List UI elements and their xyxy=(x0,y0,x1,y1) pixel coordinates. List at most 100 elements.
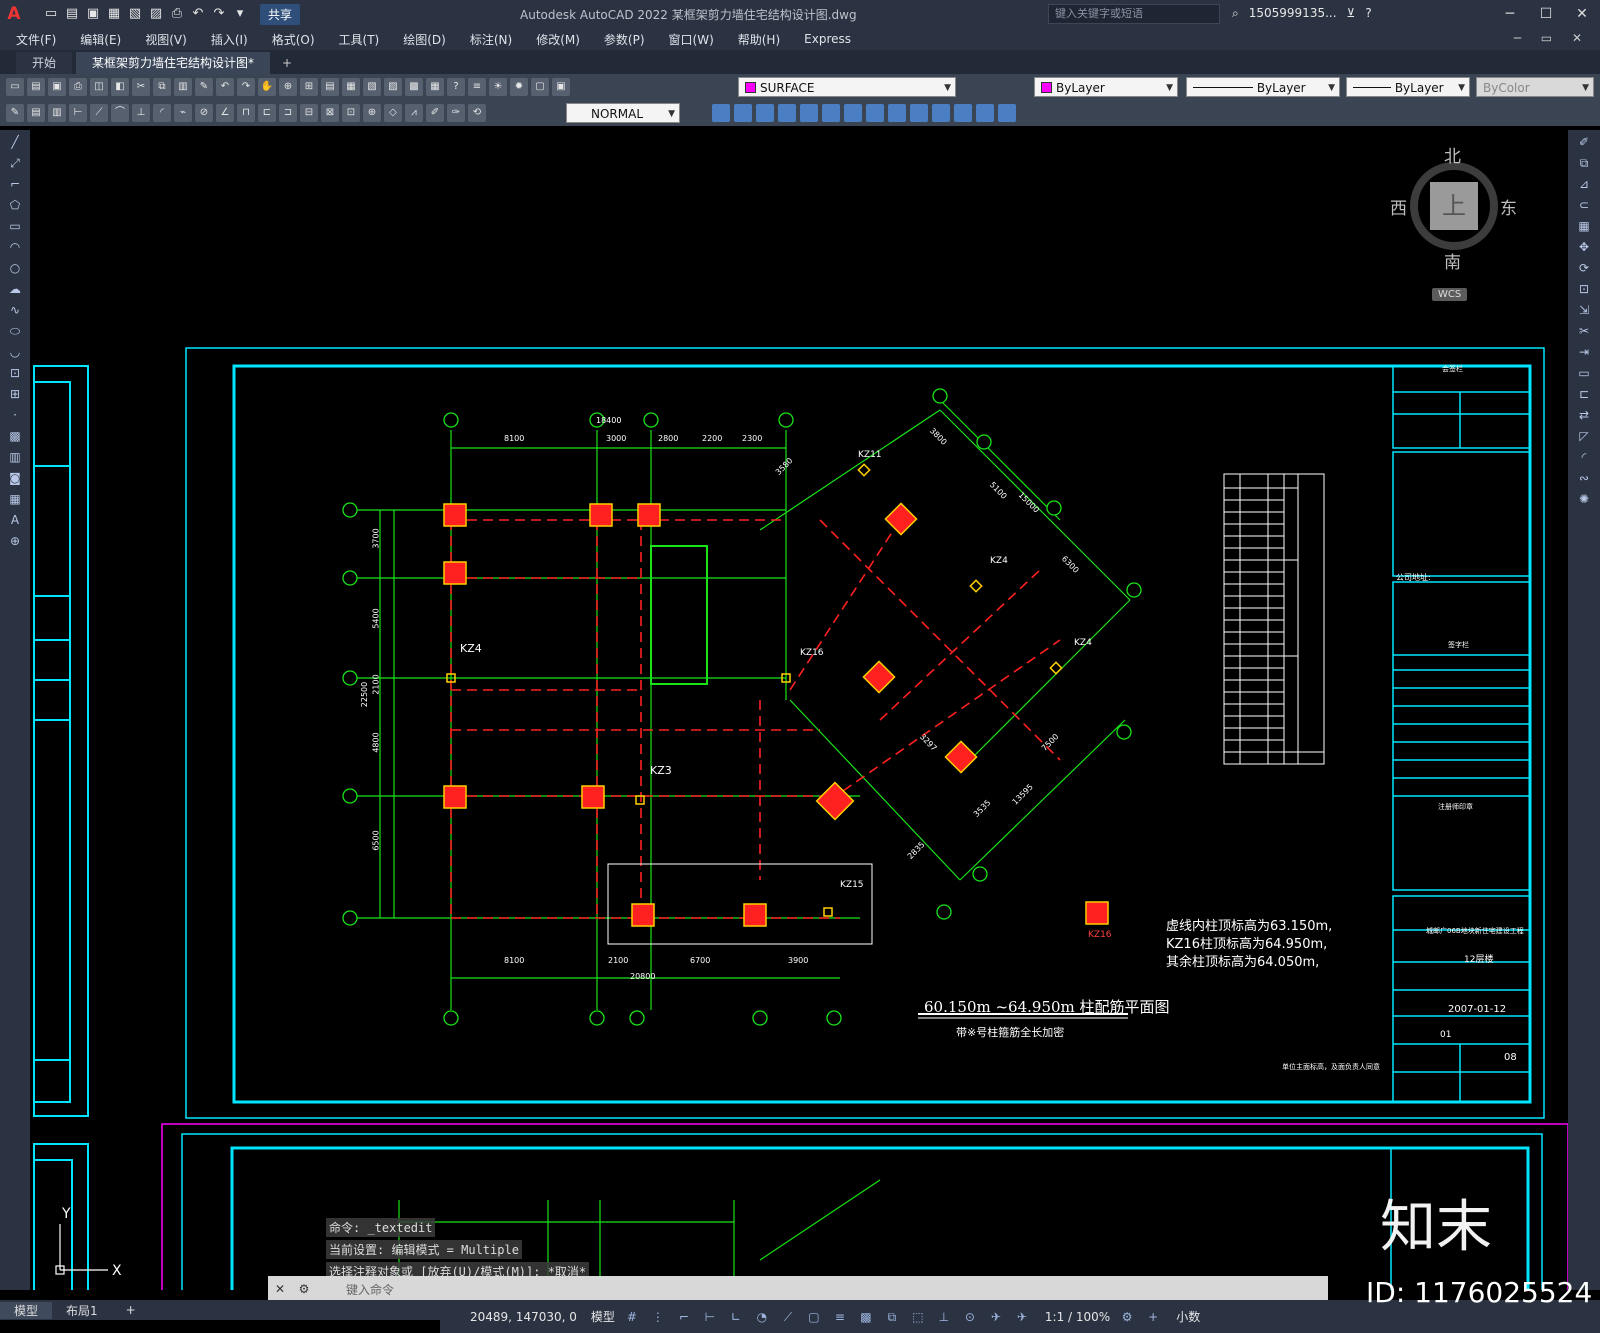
cart-icon[interactable]: ⊻ xyxy=(1347,6,1356,21)
layer-states-icon[interactable]: ▥ xyxy=(48,104,66,122)
wcs-menu[interactable]: WCS xyxy=(1432,288,1468,301)
command-input[interactable]: ✕ ⚙ 键入命令 xyxy=(268,1276,1328,1302)
inspect-icon[interactable]: ◇ xyxy=(384,104,402,122)
user-account[interactable]: 1505999135... xyxy=(1249,6,1337,21)
tool-palette-icon[interactable]: ▧ xyxy=(363,78,381,96)
offset-icon[interactable]: ⊂ xyxy=(1575,196,1593,214)
scale-icon[interactable]: ⊡ xyxy=(1575,280,1593,298)
help-icon[interactable]: ? xyxy=(1365,6,1371,21)
section-icon[interactable] xyxy=(910,104,928,122)
menu-draw[interactable]: 绘图(D) xyxy=(403,31,446,48)
break-at-point-icon[interactable]: ▭ xyxy=(1575,364,1593,382)
menu-parametric[interactable]: 参数(P) xyxy=(604,31,645,48)
plotstyle-dropdown[interactable]: ByColor ▼ xyxy=(1476,77,1594,97)
erase-icon[interactable]: ✐ xyxy=(1575,133,1593,151)
point-icon[interactable]: · xyxy=(6,406,24,424)
search-input[interactable]: 键入关键字或短语 xyxy=(1048,4,1220,24)
tab-layout1[interactable]: 布局1 xyxy=(52,1302,112,1319)
layer-dropdown[interactable]: SURFACE ▼ xyxy=(738,77,956,97)
jog-line-icon[interactable]: ⩘ xyxy=(405,104,423,122)
join-icon[interactable]: ⇄ xyxy=(1575,406,1593,424)
redo-icon[interactable]: ↷ xyxy=(237,78,255,96)
model-space-toggle[interactable]: 模型 xyxy=(591,1308,615,1325)
solid-cone-icon[interactable] xyxy=(756,104,774,122)
aligned-dim-icon[interactable]: ⟋ xyxy=(90,104,108,122)
union-icon[interactable] xyxy=(954,104,972,122)
sheet-set-icon[interactable]: ▨ xyxy=(384,78,402,96)
undo-icon[interactable]: ↶ xyxy=(189,6,207,22)
mtext-icon[interactable]: A xyxy=(6,511,24,529)
solid-box-icon[interactable] xyxy=(712,104,730,122)
table-icon[interactable]: ▦ xyxy=(6,490,24,508)
minimize-button[interactable]: ─ xyxy=(1492,0,1528,28)
fillet-icon[interactable]: ◜ xyxy=(1575,448,1593,466)
subtract-icon[interactable] xyxy=(976,104,994,122)
ortho-icon[interactable]: ∟ xyxy=(727,1308,745,1326)
annotation-visibility-icon[interactable]: ✈ xyxy=(987,1308,1005,1326)
rotate-icon[interactable]: ⟳ xyxy=(1575,259,1593,277)
infer-icon[interactable]: ⌐ xyxy=(675,1308,693,1326)
polar-icon[interactable]: ◔ xyxy=(753,1308,771,1326)
array-icon[interactable]: ▦ xyxy=(1575,217,1593,235)
hatch-icon[interactable]: ▩ xyxy=(6,427,24,445)
design-center-icon[interactable]: ▦ xyxy=(342,78,360,96)
solid-torus-icon[interactable] xyxy=(822,104,840,122)
ordinate-icon[interactable]: ⊥ xyxy=(132,104,150,122)
share-button[interactable]: 共享 xyxy=(260,3,301,25)
mirror-icon[interactable]: ⊿ xyxy=(1575,175,1593,193)
open-icon[interactable]: ▤ xyxy=(63,6,81,22)
menu-insert[interactable]: 插入(I) xyxy=(211,31,248,48)
menu-tools[interactable]: 工具(T) xyxy=(339,31,380,48)
extrude-icon[interactable] xyxy=(844,104,862,122)
solid-cylinder-icon[interactable] xyxy=(800,104,818,122)
lock-icon[interactable]: ▣ xyxy=(552,78,570,96)
osnap-tracking-icon[interactable]: ⟋ xyxy=(779,1308,797,1326)
spline-icon[interactable]: ∿ xyxy=(6,301,24,319)
menu-dimension[interactable]: 标注(N) xyxy=(470,31,512,48)
undo-icon[interactable]: ↶ xyxy=(216,78,234,96)
line-icon[interactable]: ╱ xyxy=(6,133,24,151)
open-icon[interactable]: ▤ xyxy=(27,78,45,96)
construction-line-icon[interactable]: ⤢ xyxy=(6,154,24,172)
redo-icon[interactable]: ↷ xyxy=(210,6,228,22)
document-window-controls[interactable]: ─ ▭ ✕ xyxy=(1514,31,1590,45)
markup-icon[interactable]: ▩ xyxy=(405,78,423,96)
revcloud-icon[interactable]: ☁ xyxy=(6,280,24,298)
save-icon[interactable]: ▣ xyxy=(48,78,66,96)
lineweight-icon[interactable]: ≡ xyxy=(831,1308,849,1326)
quick-dim-icon[interactable]: ⊓ xyxy=(237,104,255,122)
linear-dim-icon[interactable]: ⊢ xyxy=(69,104,87,122)
menu-help[interactable]: 帮助(H) xyxy=(738,31,780,48)
arc-icon[interactable]: ◠ xyxy=(6,238,24,256)
3d-osnap-icon[interactable]: ⬚ xyxy=(909,1308,927,1326)
paste-icon[interactable]: ▥ xyxy=(174,78,192,96)
new-icon[interactable]: ▭ xyxy=(42,6,60,22)
annotation-monitor-icon[interactable]: + xyxy=(1144,1308,1162,1326)
tolerance-icon[interactable]: ⊡ xyxy=(342,104,360,122)
dynamic-input-icon[interactable]: ⊢ xyxy=(701,1308,719,1326)
selection-cycling-icon[interactable]: ⧉ xyxy=(883,1308,901,1326)
radius-icon[interactable]: ◜ xyxy=(153,104,171,122)
color-dropdown[interactable]: ByLayer ▼ xyxy=(1034,77,1178,97)
autocad-logo-icon[interactable]: A xyxy=(0,0,28,28)
dim-text-edit-icon[interactable]: ✑ xyxy=(447,104,465,122)
publish-icon[interactable]: ◧ xyxy=(111,78,129,96)
circle-icon[interactable]: ○ xyxy=(6,259,24,277)
auto-scale-icon[interactable]: ✈ xyxy=(1013,1308,1031,1326)
region-icon[interactable]: ◙ xyxy=(6,469,24,487)
bulb-icon[interactable]: ☀ xyxy=(489,78,507,96)
compass-west[interactable]: 西 xyxy=(1390,194,1407,219)
drawing-canvas[interactable]: Y X 60.150m ~64.950m 柱配筋平面图 带※号柱箍筋全长加密 虚… xyxy=(30,130,1568,1290)
diameter-icon[interactable]: ⊘ xyxy=(195,104,213,122)
save-icon[interactable]: ▣ xyxy=(84,6,102,22)
solid-sphere-icon[interactable] xyxy=(778,104,796,122)
print-icon[interactable]: ⎙ xyxy=(168,6,186,22)
match-icon[interactable]: ✎ xyxy=(6,104,24,122)
compass-south[interactable]: 南 xyxy=(1444,248,1461,273)
copy-object-icon[interactable]: ⧉ xyxy=(1575,154,1593,172)
dimstyle-dropdown[interactable]: NORMAL ▼ xyxy=(566,103,680,123)
dim-edit-icon[interactable]: ✐ xyxy=(426,104,444,122)
angular-icon[interactable]: ∠ xyxy=(216,104,234,122)
units-display[interactable]: 小数 xyxy=(1176,1308,1200,1325)
make-block-icon[interactable]: ⊞ xyxy=(6,385,24,403)
